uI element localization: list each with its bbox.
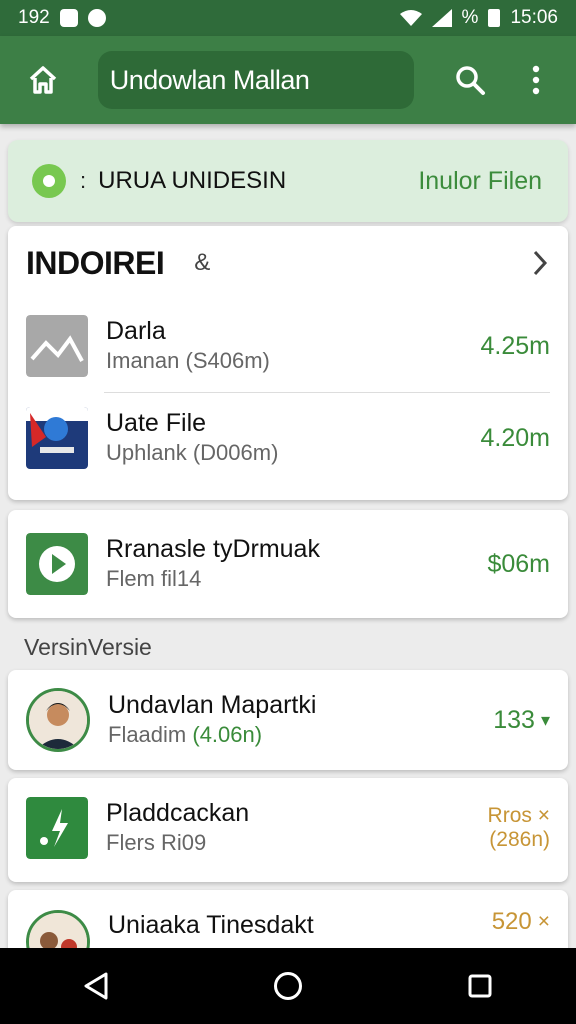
item-count: 133: [493, 705, 535, 734]
section-mark: &: [194, 249, 211, 276]
status-line-2: (286n): [489, 828, 550, 851]
more-options-button[interactable]: [514, 58, 558, 102]
status-line-1: Rros: [487, 804, 532, 827]
list-item[interactable]: Rranasle tyDrmuak Flem fil14 $06m: [8, 510, 568, 618]
search-icon: [456, 66, 486, 95]
more-vert-icon: [532, 65, 540, 95]
notification-icon-2: [87, 9, 106, 27]
item-subtitle: Flem fil14: [106, 566, 202, 591]
signal-icon: [431, 9, 452, 27]
navigation-bar: [0, 948, 576, 1024]
person-icon: [29, 691, 87, 749]
item-title: Darla: [106, 317, 166, 345]
app-card: Pladdcackan Flers Ri09 Rros × (286n): [8, 778, 568, 882]
banner-title: URUA UNIDESIN: [98, 167, 287, 194]
home-nav-button[interactable]: [258, 956, 318, 1016]
wifi-icon: [399, 10, 422, 26]
status-bar: 192 % 15:06: [0, 0, 576, 36]
battery-icon: [488, 9, 501, 27]
item-title: Pladdcackan: [106, 799, 250, 827]
status-clock: 15:06: [510, 7, 558, 28]
status-dot-icon: [32, 164, 66, 198]
play-icon: [26, 533, 88, 595]
home-button[interactable]: [18, 55, 68, 105]
item-count: 520: [491, 908, 532, 935]
update-banner[interactable]: : URUA UNIDESIN Inulor Filen: [8, 140, 568, 222]
chart-thumbnail-icon: [26, 315, 88, 377]
chevron-right-icon[interactable]: [530, 248, 550, 278]
app-title[interactable]: Undowlan Mallan: [97, 51, 415, 109]
item-title: Rranasle tyDrmuak: [106, 535, 320, 563]
home-circle-icon: [274, 972, 302, 1000]
close-icon[interactable]: ×: [538, 804, 550, 827]
item-title: Uniaaka Tinesdakt: [108, 911, 314, 939]
downloads-card: INDOIREI & Darla Imanan (S406m) 4.25m Ua…: [8, 226, 568, 500]
app-logo-icon: [26, 797, 88, 859]
app-bar: Undowlan Mallan: [0, 36, 576, 124]
flag-thumbnail-icon: [26, 407, 88, 469]
section-header[interactable]: INDOIREI &: [8, 226, 568, 300]
notification-icon: [59, 9, 78, 27]
contact-card: Undavlan Mapartki Flaadim (4.06n) 133 ▾: [8, 670, 568, 770]
item-status: Rros × (286n): [488, 804, 550, 852]
section-title: INDOIREI: [26, 244, 165, 281]
section-label: VersinVersie: [24, 634, 152, 660]
avatar: [26, 688, 90, 752]
item-size: 4.20m: [480, 423, 550, 452]
search-button[interactable]: [448, 58, 492, 102]
item-title: Undavlan Mapartki: [108, 691, 317, 719]
banner-marker: :: [80, 168, 87, 193]
item-title: Uate File: [106, 409, 207, 437]
trend-icon: ▾: [540, 709, 550, 730]
item-subtitle: Flers Ri09: [106, 830, 207, 855]
item-size: $06m: [487, 549, 550, 578]
recents-icon: [468, 974, 492, 998]
status-time: 192: [18, 7, 50, 28]
back-icon: [84, 972, 108, 1000]
close-icon[interactable]: ×: [538, 910, 550, 934]
back-button[interactable]: [66, 956, 126, 1016]
banner-action-link[interactable]: Inulor Filen: [418, 167, 542, 196]
list-item[interactable]: Uate File Uphlank (D006m) 4.20m: [8, 392, 568, 484]
list-item[interactable]: Pladdcackan Flers Ri09 Rros × (286n): [8, 778, 568, 878]
recents-button[interactable]: [450, 956, 510, 1016]
list-item[interactable]: Undavlan Mapartki Flaadim (4.06n) 133 ▾: [8, 670, 568, 770]
item-subtitle: Flaadim: [108, 722, 187, 747]
media-card: Rranasle tyDrmuak Flem fil14 $06m: [8, 510, 568, 618]
item-subtitle: Imanan (S406m): [106, 348, 270, 373]
item-subtitle: Uphlank (D006m): [106, 440, 279, 465]
home-icon: [29, 66, 57, 94]
list-item[interactable]: Darla Imanan (S406m) 4.25m: [8, 300, 568, 392]
item-size-highlight: (4.06n): [192, 722, 263, 747]
battery-percent: %: [461, 7, 479, 28]
item-size: 4.25m: [480, 331, 550, 360]
